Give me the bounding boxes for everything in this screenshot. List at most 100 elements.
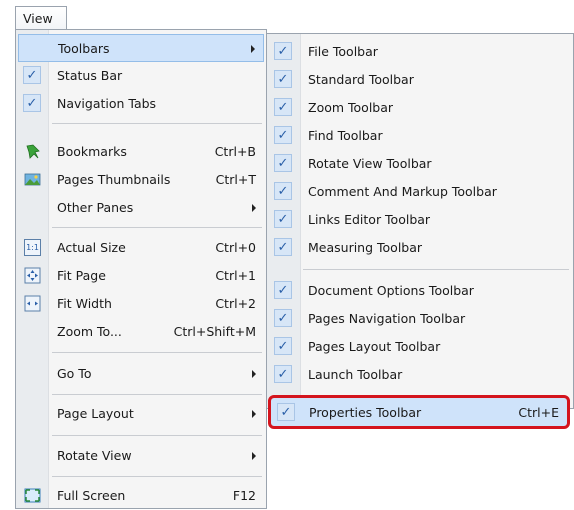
menu-item-label: Standard Toolbar	[308, 72, 414, 87]
menu-item-label: Launch Toolbar	[308, 367, 403, 382]
menu-separator	[52, 352, 262, 353]
menu-separator	[303, 269, 569, 270]
menu-item-launch-toolbar[interactable]: ✓ Launch Toolbar	[269, 361, 571, 389]
menu-item-label: Fit Width	[57, 296, 112, 311]
menu-separator	[52, 227, 262, 228]
menu-item-rotate-view[interactable]: Rotate View	[18, 442, 264, 470]
menu-item-label: File Toolbar	[308, 44, 378, 59]
bookmarks-icon	[26, 144, 40, 159]
menu-item-label: Bookmarks	[57, 144, 127, 159]
checkmark-icon: ✓	[274, 70, 292, 88]
menu-item-page-layout[interactable]: Page Layout	[18, 400, 264, 428]
submenu-arrow-icon	[252, 370, 256, 378]
menu-item-zoom-to[interactable]: Zoom To... Ctrl+Shift+M	[18, 318, 264, 346]
view-menu-button[interactable]: View	[15, 6, 67, 30]
checkmark-icon: ✓	[274, 154, 292, 172]
menu-item-label: Full Screen	[57, 488, 126, 503]
checkmark-icon: ✓	[274, 182, 292, 200]
shortcut-label: Ctrl+B	[214, 144, 256, 159]
full-screen-icon	[24, 488, 41, 503]
menu-item-full-screen[interactable]: Full Screen F12	[18, 482, 264, 510]
view-menu: Toolbars ✓ Status Bar ✓ Navigation Tabs …	[15, 29, 267, 509]
shortcut-label: Ctrl+Shift+M	[173, 324, 256, 339]
checkmark-icon: ✓	[277, 403, 295, 421]
toolbars-submenu: ✓ File Toolbar ✓ Standard Toolbar ✓ Zoom…	[266, 33, 574, 409]
menu-item-pages-navigation-toolbar[interactable]: ✓ Pages Navigation Toolbar	[269, 305, 571, 333]
menu-item-document-options-toolbar[interactable]: ✓ Document Options Toolbar	[269, 277, 571, 305]
checkmark-icon: ✓	[274, 281, 292, 299]
checkmark-icon: ✓	[274, 365, 292, 383]
menu-item-zoom-toolbar[interactable]: ✓ Zoom Toolbar	[269, 94, 571, 122]
menu-item-rotate-view-toolbar[interactable]: ✓ Rotate View Toolbar	[269, 150, 571, 178]
menu-item-navigation-tabs[interactable]: ✓ Navigation Tabs	[18, 90, 264, 118]
checkmark-icon: ✓	[274, 238, 292, 256]
menu-item-label: Toolbars	[58, 41, 110, 56]
menu-item-label: Page Layout	[57, 406, 134, 421]
shortcut-label: Ctrl+E	[518, 405, 559, 420]
shortcut-label: Ctrl+0	[215, 240, 256, 255]
menu-separator	[52, 435, 262, 436]
fit-page-icon	[24, 267, 41, 284]
menu-separator	[52, 123, 262, 124]
checkmark-icon: ✓	[274, 98, 292, 116]
menu-item-toolbars[interactable]: Toolbars	[18, 34, 264, 62]
checkmark-icon: ✓	[23, 94, 41, 112]
menu-item-label: Pages Thumbnails	[57, 172, 171, 187]
menu-item-label: Go To	[57, 366, 92, 381]
thumbnails-icon	[24, 173, 41, 186]
checkmark-icon: ✓	[23, 66, 41, 84]
menu-item-label: Rotate View Toolbar	[308, 156, 432, 171]
menu-item-status-bar[interactable]: ✓ Status Bar	[18, 62, 264, 90]
menu-item-file-toolbar[interactable]: ✓ File Toolbar	[269, 38, 571, 66]
checkmark-icon: ✓	[274, 42, 292, 60]
menu-item-label: Zoom To...	[57, 324, 122, 339]
menu-item-label: Navigation Tabs	[57, 96, 157, 111]
menu-item-label: Actual Size	[57, 240, 126, 255]
submenu-arrow-icon	[252, 410, 256, 418]
menu-item-comment-markup-toolbar[interactable]: ✓ Comment And Markup Toolbar	[269, 178, 571, 206]
menu-item-measuring-toolbar[interactable]: ✓ Measuring Toolbar	[269, 234, 571, 262]
menu-item-label: Other Panes	[57, 200, 134, 215]
menu-item-label: Pages Layout Toolbar	[308, 339, 441, 354]
menu-item-other-panes[interactable]: Other Panes	[18, 194, 264, 222]
menu-item-label: Rotate View	[57, 448, 132, 463]
menu-item-label: Document Options Toolbar	[308, 283, 474, 298]
menu-item-fit-width[interactable]: Fit Width Ctrl+2	[18, 290, 264, 318]
checkmark-icon: ✓	[274, 337, 292, 355]
menu-item-label: Properties Toolbar	[309, 405, 422, 420]
menu-item-fit-page[interactable]: Fit Page Ctrl+1	[18, 262, 264, 290]
menu-item-bookmarks[interactable]: Bookmarks Ctrl+B	[18, 138, 264, 166]
submenu-arrow-icon	[252, 204, 256, 212]
menu-item-label: Zoom Toolbar	[308, 100, 394, 115]
menu-item-properties-toolbar[interactable]: ✓ Properties Toolbar Ctrl+E	[268, 395, 570, 429]
checkmark-icon: ✓	[274, 210, 292, 228]
shortcut-label: Ctrl+T	[215, 172, 256, 187]
menu-separator	[52, 394, 262, 395]
menu-bar: View	[0, 0, 574, 30]
menu-item-label: Links Editor Toolbar	[308, 212, 431, 227]
menu-item-pages-layout-toolbar[interactable]: ✓ Pages Layout Toolbar	[269, 333, 571, 361]
menu-item-label: Find Toolbar	[308, 128, 383, 143]
shortcut-label: Ctrl+1	[215, 268, 256, 283]
menu-item-pages-thumbnails[interactable]: Pages Thumbnails Ctrl+T	[18, 166, 264, 194]
checkmark-icon: ✓	[274, 309, 292, 327]
submenu-arrow-icon	[252, 452, 256, 460]
menu-item-find-toolbar[interactable]: ✓ Find Toolbar	[269, 122, 571, 150]
menu-item-label: Comment And Markup Toolbar	[308, 184, 497, 199]
shortcut-label: Ctrl+2	[215, 296, 256, 311]
menu-item-label: Measuring Toolbar	[308, 240, 423, 255]
menu-separator	[52, 476, 262, 477]
menu-item-label: Pages Navigation Toolbar	[308, 311, 466, 326]
submenu-arrow-icon	[251, 45, 255, 53]
menu-item-standard-toolbar[interactable]: ✓ Standard Toolbar	[269, 66, 571, 94]
menu-item-go-to[interactable]: Go To	[18, 360, 264, 388]
checkmark-icon: ✓	[274, 126, 292, 144]
menu-item-label: Status Bar	[57, 68, 123, 83]
menu-item-label: Fit Page	[57, 268, 106, 283]
view-menu-label: View	[23, 11, 53, 26]
shortcut-label: F12	[232, 488, 256, 503]
menu-item-actual-size[interactable]: 1:1 Actual Size Ctrl+0	[18, 234, 264, 262]
menu-item-links-editor-toolbar[interactable]: ✓ Links Editor Toolbar	[269, 206, 571, 234]
fit-width-icon	[24, 295, 41, 312]
actual-size-icon: 1:1	[24, 239, 41, 256]
